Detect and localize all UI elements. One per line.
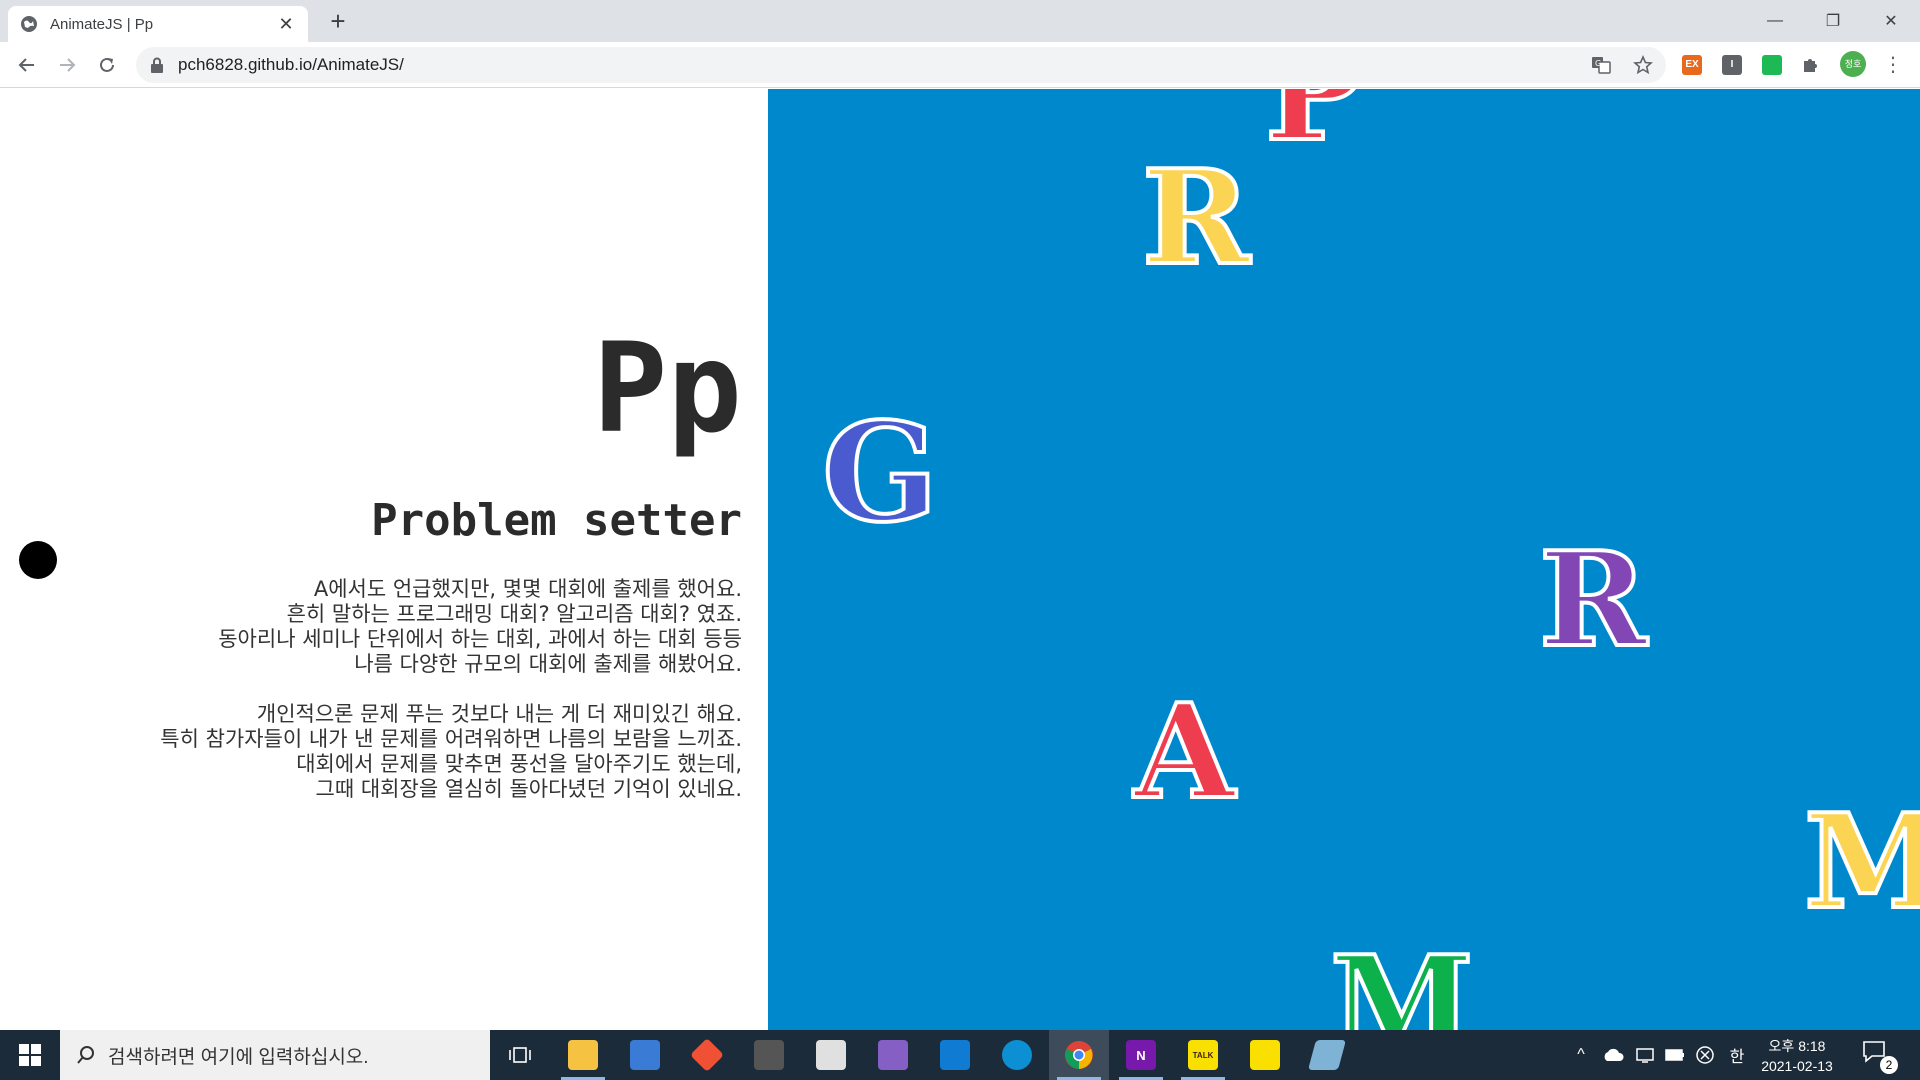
extension-ex-icon[interactable]: EX	[1682, 55, 1702, 75]
misc-app-icon	[1307, 1040, 1347, 1070]
taskbar-app-sticky-notes[interactable]	[1235, 1030, 1295, 1080]
restore-button[interactable]: ❐	[1804, 0, 1862, 42]
search-placeholder: 검색하려면 여기에 입력하십시오.	[108, 1046, 369, 1068]
taskbar-app-misc[interactable]	[1297, 1030, 1357, 1080]
onedrive-icon[interactable]	[1598, 1030, 1628, 1080]
close-icon[interactable]: ✕	[276, 14, 296, 35]
letter-r-purple: R	[1537, 523, 1649, 676]
browser-toolbar: pch6828.github.io/AnimateJS/ G EX I 정호 ⋮	[0, 42, 1920, 88]
taskbar-app-edge[interactable]	[987, 1030, 1047, 1080]
network-icon[interactable]	[1630, 1030, 1660, 1080]
paragraph-line: 흔히 말하는 프로그래밍 대회? 알고리즘 대회? 였죠.	[286, 602, 742, 626]
letter-p: P	[1263, 89, 1365, 170]
paragraph-2: 개인적으론 문제 푸는 것보다 내는 게 더 재미있긴 해요. 특히 참가자들이…	[42, 702, 742, 802]
arrow-right-icon	[60, 58, 76, 72]
description: A에서도 언급했지만, 몇몇 대회에 출제를 했어요. 흔히 말하는 프로그래밍…	[42, 577, 742, 827]
page-subtitle: Problem setter	[371, 495, 742, 546]
letter-m-yellow: M	[1802, 785, 1920, 938]
svg-text:G: G	[1595, 59, 1601, 68]
extension-info-icon[interactable]: I	[1722, 55, 1742, 75]
address-bar[interactable]: pch6828.github.io/AnimateJS/	[136, 47, 1666, 83]
notification-badge: 2	[1880, 1056, 1898, 1074]
taskbar-search[interactable]: 검색하려면 여기에 입력하십시오.	[60, 1030, 490, 1080]
kakaotalk-icon: TALK	[1188, 1040, 1218, 1070]
page-viewport: Pp Problem setter A에서도 언급했지만, 몇몇 대회에 출제를…	[0, 89, 1920, 1030]
tab-animatejs[interactable]: AnimateJS | Pp ✕	[8, 6, 308, 42]
reload-button[interactable]	[92, 50, 122, 80]
taskbar-app-kakaotalk[interactable]: TALK	[1173, 1030, 1233, 1080]
animation-canvas[interactable]: P R G R A M M	[768, 89, 1920, 1030]
task-view-icon	[509, 1047, 531, 1063]
letter-r-yellow: R	[1140, 141, 1252, 294]
taskbar: 검색하려면 여기에 입력하십시오. N TALK ^ 한 오후 8:18 202…	[0, 1030, 1920, 1080]
taskbar-app-visual-studio[interactable]	[863, 1030, 923, 1080]
letter-g: G	[820, 393, 940, 553]
more-menu-icon[interactable]: ⋮	[1880, 51, 1906, 79]
onenote-icon: N	[1126, 1040, 1156, 1070]
tab-strip: AnimateJS | Pp ✕ + — ❐ ✕	[0, 0, 1920, 42]
arrow-left-icon	[18, 58, 34, 72]
taskbar-app-file-explorer[interactable]	[553, 1030, 613, 1080]
back-button[interactable]	[12, 50, 42, 80]
app-icon	[630, 1040, 660, 1070]
bookmark-star-icon[interactable]	[1628, 50, 1658, 80]
puzzle-icon[interactable]	[1796, 50, 1826, 80]
text-panel: Pp Problem setter A에서도 언급했지만, 몇몇 대회에 출제를…	[0, 89, 768, 1030]
vscode-icon	[940, 1040, 970, 1070]
paragraph-line: 개인적으론 문제 푸는 것보다 내는 게 더 재미있긴 해요.	[256, 702, 742, 726]
ime-indicator[interactable]: 한	[1722, 1030, 1752, 1080]
volume-muted-icon[interactable]	[1690, 1030, 1720, 1080]
cursor-dot	[19, 541, 57, 579]
minimize-button[interactable]: —	[1746, 0, 1804, 42]
battery-icon[interactable]	[1660, 1030, 1690, 1080]
cube-icon	[754, 1040, 784, 1070]
paragraph-line: A에서도 언급했지만, 몇몇 대회에 출제를 했어요.	[313, 577, 742, 601]
taskbar-app-cube[interactable]	[739, 1030, 799, 1080]
taskbar-app-blue[interactable]	[615, 1030, 675, 1080]
translate-icon[interactable]: G	[1586, 50, 1616, 80]
windows-icon	[19, 1044, 41, 1066]
task-view-button[interactable]	[490, 1030, 550, 1080]
new-tab-button[interactable]: +	[322, 6, 354, 38]
letter-a: A	[1132, 675, 1237, 828]
paragraph-line: 특히 참가자들이 내가 낸 문제를 어려워하면 나름의 보람을 느끼죠.	[160, 727, 742, 751]
page-title: Pp	[592, 317, 742, 461]
paragraph-line: 그때 대회장을 열심히 돌아다녔던 기억이 있네요.	[315, 777, 742, 801]
notepad-icon	[816, 1040, 846, 1070]
extension-screen-icon[interactable]	[1762, 55, 1782, 75]
git-icon	[690, 1038, 724, 1072]
tab-title: AnimateJS | Pp	[50, 15, 154, 33]
tray-chevron-icon[interactable]: ^	[1568, 1030, 1594, 1080]
close-window-button[interactable]: ✕	[1862, 0, 1920, 42]
lock-icon	[151, 57, 163, 73]
paragraph-line: 동아리나 세미나 단위에서 하는 대회, 과에서 하는 대회 등등	[218, 627, 742, 651]
taskbar-app-vscode[interactable]	[925, 1030, 985, 1080]
paragraph-line: 대회에서 문제를 맞추면 풍선을 달아주기도 했는데,	[296, 752, 742, 776]
taskbar-app-git[interactable]	[677, 1030, 737, 1080]
start-button[interactable]	[0, 1030, 60, 1080]
paragraph-line: 나름 다양한 규모의 대회에 출제를 해봤어요.	[354, 652, 742, 676]
taskbar-app-onenote[interactable]: N	[1111, 1030, 1171, 1080]
url-text: pch6828.github.io/AnimateJS/	[178, 55, 404, 74]
reload-icon	[100, 57, 114, 72]
profile-avatar[interactable]: 정호	[1840, 51, 1866, 77]
forward-button[interactable]	[52, 50, 82, 80]
taskbar-app-chrome[interactable]	[1049, 1030, 1109, 1080]
letter-m-green: M	[1328, 927, 1476, 1031]
visual-studio-icon	[878, 1040, 908, 1070]
system-clock[interactable]: 오후 8:18 2021-02-13	[1752, 1036, 1842, 1076]
paragraph-1: A에서도 언급했지만, 몇몇 대회에 출제를 했어요. 흔히 말하는 프로그래밍…	[42, 577, 742, 677]
globe-icon	[21, 16, 37, 32]
edge-icon	[1002, 1040, 1032, 1070]
taskbar-app-notepad[interactable]	[801, 1030, 861, 1080]
search-icon	[77, 1046, 94, 1064]
chrome-icon	[1065, 1041, 1093, 1069]
clock-time: 오후 8:18	[1768, 1038, 1826, 1054]
folder-icon	[568, 1040, 598, 1070]
clock-date: 2021-02-13	[1761, 1058, 1833, 1074]
sticky-notes-icon	[1250, 1040, 1280, 1070]
